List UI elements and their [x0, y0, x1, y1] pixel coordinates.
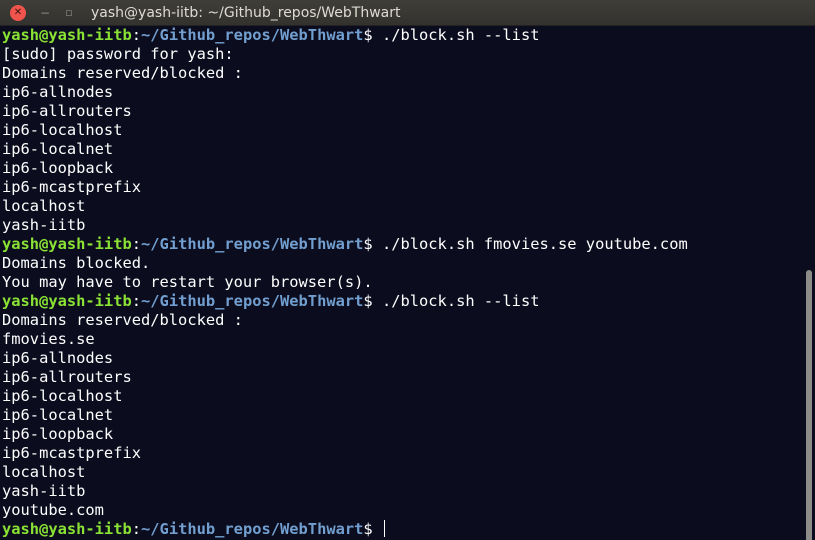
prompt-separator: : [131, 235, 142, 253]
prompt-user-host: yash@yash-iitb [2, 292, 132, 310]
output-line: You may have to restart your browser(s). [2, 273, 373, 291]
output-line: yash-iitb [2, 216, 86, 234]
command-text: ./block.sh fmovies.se youtube.com [381, 235, 688, 253]
scrollbar-thumb[interactable] [806, 270, 812, 540]
output-line: localhost [2, 197, 86, 215]
output-line: ip6-allrouters [2, 368, 132, 386]
prompt-line: yash@yash-iitb:~/Github_repos/WebThwart$ [2, 520, 798, 539]
prompt-separator: : [131, 292, 142, 310]
output-line: Domains blocked. [2, 254, 151, 272]
output-line: yash-iitb [2, 482, 86, 500]
output-line: ip6-mcastprefix [2, 444, 141, 462]
output-line: fmovies.se [2, 330, 95, 348]
prompt-symbol: $ [363, 520, 382, 538]
output-line: Domains reserved/blocked : [2, 311, 243, 329]
command-text: ./block.sh --list [381, 292, 540, 310]
prompt-symbol: $ [363, 26, 382, 44]
output-line: Domains reserved/blocked : [2, 64, 243, 82]
output-line: ip6-loopback [2, 159, 114, 177]
prompt-user-host: yash@yash-iitb [2, 235, 132, 253]
close-icon: ✕ [13, 6, 23, 18]
title-bar[interactable]: ✕ − ▫ yash@yash-iitb: ~/Github_repos/Web… [0, 0, 815, 26]
terminal-output[interactable]: yash@yash-iitb:~/Github_repos/WebThwart$… [2, 26, 798, 540]
output-line: ip6-allrouters [2, 102, 132, 120]
output-line: ip6-localnet [2, 406, 114, 424]
output-line: [sudo] password for yash: [2, 45, 234, 63]
output-line: ip6-allnodes [2, 349, 114, 367]
maximize-button[interactable]: ▫ [61, 5, 77, 21]
prompt-line: yash@yash-iitb:~/Github_repos/WebThwart$… [2, 26, 798, 45]
terminal-window: ✕ − ▫ yash@yash-iitb: ~/Github_repos/Web… [0, 0, 815, 540]
prompt-separator: : [131, 26, 142, 44]
output-line: localhost [2, 463, 86, 481]
output-line: ip6-localhost [2, 387, 123, 405]
minimize-button[interactable]: − [37, 5, 53, 21]
minimize-icon: − [39, 5, 51, 20]
prompt-path: ~/Github_repos/WebThwart [141, 520, 364, 538]
prompt-path: ~/Github_repos/WebThwart [141, 26, 364, 44]
window-title: yash@yash-iitb: ~/Github_repos/WebThwart [91, 4, 401, 21]
prompt-line: yash@yash-iitb:~/Github_repos/WebThwart$… [2, 235, 798, 254]
close-button[interactable]: ✕ [10, 4, 26, 21]
prompt-symbol: $ [363, 292, 382, 310]
output-line: ip6-mcastprefix [2, 178, 141, 196]
prompt-user-host: yash@yash-iitb [2, 520, 132, 538]
output-line: ip6-localnet [2, 140, 114, 158]
prompt-symbol: $ [363, 235, 382, 253]
prompt-path: ~/Github_repos/WebThwart [141, 235, 364, 253]
output-line: ip6-allnodes [2, 83, 114, 101]
output-line: ip6-localhost [2, 121, 123, 139]
prompt-user-host: yash@yash-iitb [2, 26, 132, 44]
text-cursor [383, 520, 385, 537]
prompt-separator: : [131, 520, 142, 538]
prompt-line: yash@yash-iitb:~/Github_repos/WebThwart$… [2, 292, 798, 311]
maximize-icon: ▫ [65, 6, 73, 19]
scrollbar[interactable] [803, 26, 815, 540]
command-text: ./block.sh --list [381, 26, 540, 44]
prompt-path: ~/Github_repos/WebThwart [141, 292, 364, 310]
output-line: ip6-loopback [2, 425, 114, 443]
output-line: youtube.com [2, 501, 104, 519]
